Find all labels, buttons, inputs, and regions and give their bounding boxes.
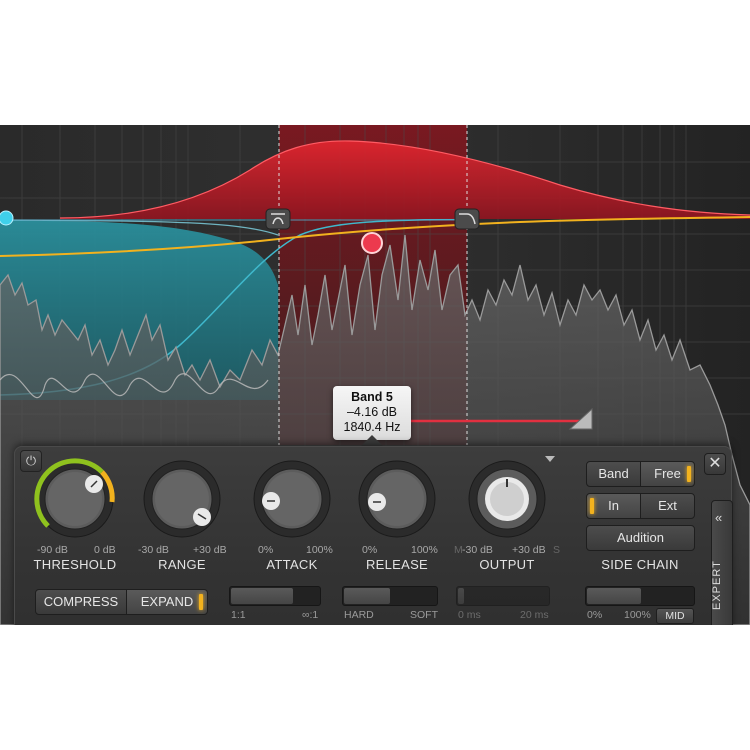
left-band-node[interactable]: [0, 210, 14, 226]
sidechain-free-button[interactable]: Free: [640, 461, 695, 487]
tooltip-band: Band 5: [351, 390, 393, 404]
range-knob[interactable]: [140, 457, 224, 541]
knee-min: HARD: [344, 609, 374, 621]
threshold-knob[interactable]: [33, 457, 117, 541]
sidechain-in-button[interactable]: In: [586, 493, 641, 519]
output-max: +30 dB: [512, 544, 546, 556]
mid-button[interactable]: MID: [656, 608, 694, 624]
range-label: RANGE: [158, 557, 206, 572]
threshold-min: -90 dB: [37, 544, 68, 556]
release-knob[interactable]: [355, 457, 439, 541]
output-knob[interactable]: [465, 457, 549, 541]
threshold-max: 0 dB: [94, 544, 116, 556]
expand-active-indicator: [199, 594, 203, 610]
expert-label: EXPERT: [711, 560, 723, 610]
output-label: OUTPUT: [479, 557, 535, 572]
release-min: 0%: [362, 544, 378, 556]
knee-max: SOFT: [410, 609, 438, 621]
sidechain-free-label: Free: [654, 466, 681, 481]
knee-slider[interactable]: [342, 586, 438, 606]
tooltip-gain: –4.16 dB: [346, 405, 398, 419]
range-max: +30 dB: [193, 544, 227, 556]
attack-knob[interactable]: [250, 457, 334, 541]
ratio-min: 1:1: [231, 609, 246, 621]
tooltip-frequency: 1840.4 Hz: [343, 420, 401, 434]
expand-button[interactable]: EXPAND: [126, 589, 208, 615]
free-active-indicator: [687, 466, 691, 482]
sidechain-mix-max: 100%: [624, 609, 651, 621]
threshold-label: THRESHOLD: [33, 557, 117, 572]
ratio-slider[interactable]: [229, 586, 321, 606]
sidechain-ext-button[interactable]: Ext: [640, 493, 695, 519]
in-active-indicator: [590, 498, 594, 514]
audition-button[interactable]: Audition: [586, 525, 695, 551]
ratio-max: ∞:1: [302, 609, 319, 621]
attack-max: 100%: [306, 544, 333, 556]
release-max: 100%: [411, 544, 438, 556]
attack-label: ATTACK: [266, 557, 318, 572]
band-filter-shape-handle-right[interactable]: [454, 208, 480, 230]
lookahead-min: 0 ms: [458, 609, 481, 621]
sidechain-mix-min: 0%: [587, 609, 603, 621]
plugin-window: Band 5 –4.16 dB 1840.4 Hz ⏻ -90 dB 0 dB …: [0, 125, 750, 625]
output-max-suffix: S: [553, 544, 561, 556]
sidechain-mix-slider[interactable]: [585, 586, 695, 606]
close-icon[interactable]: ✕: [704, 453, 726, 475]
expand-label: EXPAND: [140, 594, 194, 609]
sidechain-in-label: In: [608, 498, 619, 513]
attack-min: 0%: [258, 544, 274, 556]
band-5-node[interactable]: [361, 232, 383, 254]
range-min: -30 dB: [138, 544, 169, 556]
sidechain-label: SIDE CHAIN: [601, 557, 679, 572]
lookahead-max: 20 ms: [520, 609, 549, 621]
compress-button[interactable]: COMPRESS: [35, 589, 127, 615]
band-tooltip: Band 5 –4.16 dB 1840.4 Hz: [333, 386, 411, 440]
output-min: -30 dB: [462, 544, 493, 556]
release-label: RELEASE: [365, 557, 429, 572]
band-filter-shape-handle-left[interactable]: [265, 208, 291, 230]
sidechain-band-button[interactable]: Band: [586, 461, 641, 487]
lookahead-slider[interactable]: [456, 586, 550, 606]
expert-chevron-icon[interactable]: «: [715, 510, 722, 525]
